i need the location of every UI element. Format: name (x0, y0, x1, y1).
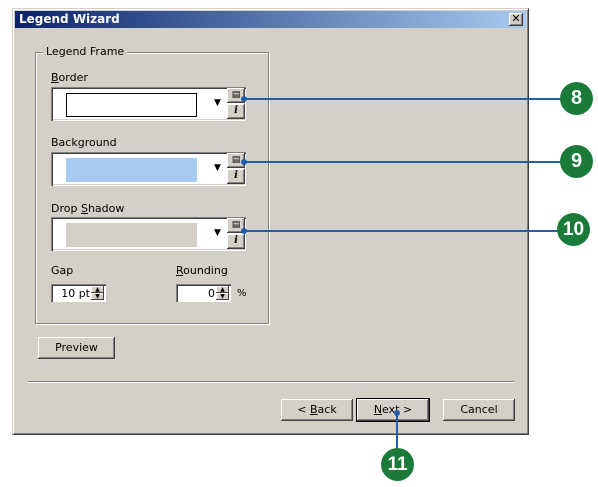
legend-wizard-dialog: Legend Wizard ✕ Legend Frame Border ▼ ▤ … (12, 8, 529, 435)
back-button[interactable]: < Back (281, 399, 353, 421)
legend-frame-label: Legend Frame (43, 45, 128, 58)
rounding-label: Rounding (176, 264, 228, 277)
chevron-down-icon[interactable]: ▼ (214, 229, 221, 238)
info-icon[interactable]: i (227, 234, 245, 249)
callout-9: 9 (560, 145, 593, 178)
spin-down-icon[interactable]: ▼ (216, 293, 229, 300)
spin-down-icon[interactable]: ▼ (91, 293, 104, 300)
info-icon[interactable]: i (227, 169, 245, 184)
info-icon[interactable]: i (227, 104, 245, 119)
drop-shadow-symbol-selector[interactable]: ▼ ▤ i (51, 217, 246, 251)
cancel-button[interactable]: Cancel (443, 399, 515, 421)
next-button[interactable]: Next > (356, 398, 430, 422)
preview-button[interactable]: Preview (38, 337, 115, 359)
border-swatch (66, 93, 197, 117)
spin-up-icon[interactable]: ▲ (216, 286, 229, 293)
chevron-down-icon[interactable]: ▼ (214, 164, 221, 173)
callout-9-leader (244, 161, 564, 163)
gap-spin-arrows[interactable]: ▲ ▼ (91, 286, 104, 300)
callout-11-leader (396, 413, 398, 453)
callout-11: 11 (381, 448, 414, 481)
border-symbol-selector[interactable]: ▼ ▤ i (51, 87, 246, 121)
background-swatch (66, 158, 197, 182)
spin-up-icon[interactable]: ▲ (91, 286, 104, 293)
background-symbol-selector[interactable]: ▼ ▤ i (51, 152, 246, 186)
gap-label: Gap (51, 264, 74, 277)
window-title: Legend Wizard (19, 12, 120, 26)
rounding-unit: % (237, 288, 247, 299)
gap-value[interactable]: 10 pt (61, 287, 90, 300)
gap-spinner[interactable]: 10 pt ▲ ▼ (51, 284, 106, 302)
drop-shadow-label: Drop Shadow (51, 202, 125, 215)
callout-10: 10 (557, 213, 590, 246)
callout-10-leader (244, 230, 564, 232)
border-label: Border (51, 71, 88, 84)
close-button[interactable]: ✕ (509, 13, 523, 26)
callout-8: 8 (560, 82, 593, 115)
rounding-spin-arrows[interactable]: ▲ ▼ (216, 286, 229, 300)
separator (28, 381, 514, 383)
chevron-down-icon[interactable]: ▼ (214, 99, 221, 108)
callout-8-leader (244, 98, 564, 100)
rounding-spinner[interactable]: 0 ▲ ▼ (176, 284, 231, 302)
rounding-value[interactable]: 0 (208, 287, 215, 300)
title-bar: Legend Wizard ✕ (15, 11, 526, 28)
drop-shadow-swatch (66, 223, 197, 247)
background-label: Background (51, 136, 117, 149)
